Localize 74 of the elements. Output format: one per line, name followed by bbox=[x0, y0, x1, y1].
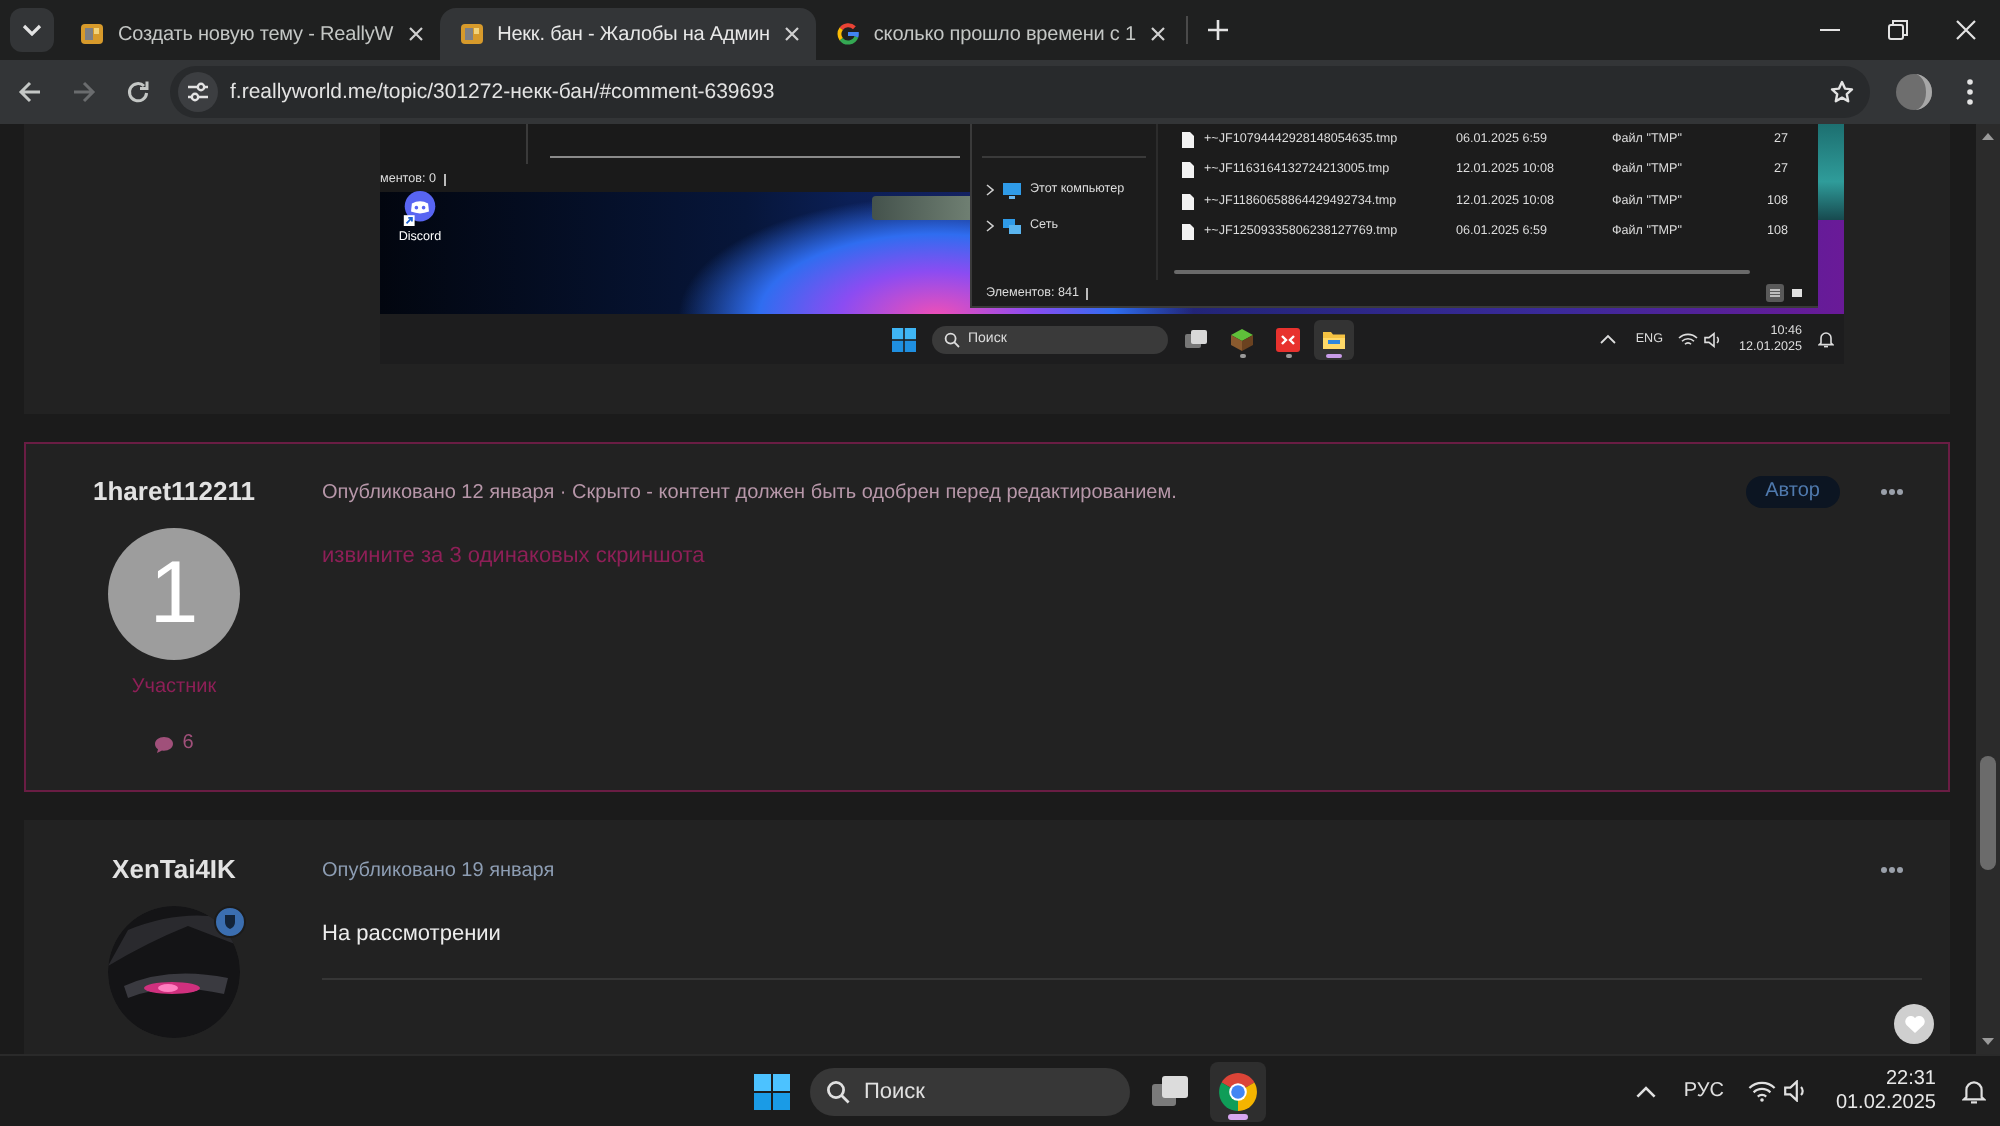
grass-block-icon bbox=[1230, 327, 1254, 351]
start-icon[interactable] bbox=[754, 1073, 790, 1109]
browser-icon bbox=[1218, 1071, 1258, 1111]
browser-tab[interactable]: Некк. бан - Жалобы на Админ bbox=[439, 8, 816, 60]
chevron-down-icon bbox=[22, 24, 42, 36]
search-field[interactable]: Поиск bbox=[810, 1067, 1130, 1115]
taskbar-button[interactable] bbox=[1210, 1061, 1266, 1121]
menu-icon[interactable] bbox=[1966, 78, 1974, 106]
block-favicon-icon bbox=[459, 22, 484, 46]
folder-icon bbox=[1322, 327, 1346, 351]
arrows-tile-icon bbox=[1276, 327, 1300, 351]
scroll-down-icon[interactable] bbox=[1982, 1038, 1994, 1046]
post-meta: Опубликовано 19 января bbox=[322, 859, 555, 881]
chevron-right-icon[interactable] bbox=[986, 220, 994, 232]
notification-bell-icon[interactable] bbox=[1818, 330, 1834, 348]
clock-date[interactable]: 01.02.2025 bbox=[1835, 1091, 1936, 1115]
new-tab-icon[interactable] bbox=[1207, 20, 1228, 40]
input-language[interactable]: РУС bbox=[1683, 1080, 1724, 1102]
site-settings-icon[interactable] bbox=[178, 72, 218, 112]
search-icon bbox=[944, 331, 960, 347]
author-name[interactable]: XenTai4IK bbox=[112, 854, 236, 886]
browser-tab[interactable]: сколько прошло времени с 1 bbox=[815, 8, 1182, 60]
close-icon[interactable] bbox=[1149, 26, 1166, 42]
post-count: 6 bbox=[182, 732, 194, 756]
chevron-up-icon[interactable] bbox=[1599, 334, 1616, 344]
scrollbar-thumb[interactable] bbox=[1980, 756, 1996, 870]
task-view-icon bbox=[1150, 1071, 1190, 1111]
notification-bell-icon[interactable] bbox=[1962, 1078, 1986, 1104]
tiles-view-icon[interactable] bbox=[1788, 284, 1806, 302]
network-icon bbox=[1002, 217, 1022, 235]
bookmark-star-icon[interactable] bbox=[1830, 80, 1854, 104]
heart-icon bbox=[1903, 1014, 1925, 1034]
multicolor-g-icon bbox=[835, 22, 860, 46]
post-text: На рассмотрении bbox=[322, 920, 503, 950]
browser-tab[interactable]: Создать новую тему - ReallyW bbox=[60, 8, 440, 60]
address-bar[interactable]: f.reallyworld.me/topic/301272-некк-бан/#comment-639693 bbox=[170, 66, 1870, 118]
horizontal-scrollbar[interactable] bbox=[1174, 270, 1750, 274]
block-favicon-icon bbox=[80, 22, 104, 46]
profile-avatar[interactable] bbox=[1896, 74, 1932, 110]
more-options-icon[interactable] bbox=[1880, 866, 1904, 874]
reload-icon[interactable] bbox=[126, 80, 150, 104]
scrollbar[interactable] bbox=[1976, 124, 2000, 1054]
task-view-icon bbox=[1184, 327, 1208, 351]
author-badge: Автор bbox=[1745, 476, 1840, 508]
post-meta: Опубликовано 12 января · Скрыто - контент должен быть одобрен перед редактированием. bbox=[322, 481, 1177, 503]
chat-app-icon[interactable] bbox=[402, 190, 438, 226]
more-options-icon[interactable] bbox=[1880, 488, 1904, 496]
monitor-icon bbox=[1002, 181, 1022, 199]
taskbar-button[interactable] bbox=[1314, 319, 1354, 359]
close-icon[interactable] bbox=[1956, 20, 1976, 40]
search-icon bbox=[826, 1079, 850, 1103]
avatar-image[interactable] bbox=[108, 906, 240, 1038]
post-text: извините за 3 одинаковых скриншота bbox=[322, 542, 707, 572]
restore-icon[interactable] bbox=[1888, 20, 1908, 40]
details-view-icon[interactable] bbox=[1766, 284, 1784, 302]
volume-icon[interactable] bbox=[1783, 1080, 1808, 1102]
volume-icon[interactable] bbox=[1704, 331, 1723, 347]
author-name[interactable]: 1haret112211 bbox=[93, 476, 255, 508]
background-window-edge bbox=[1818, 124, 1844, 220]
chevron-right-icon[interactable] bbox=[986, 184, 994, 196]
like-button[interactable] bbox=[1894, 1004, 1934, 1044]
scroll-up-icon[interactable] bbox=[1982, 132, 1994, 140]
member-rank: Участник bbox=[131, 676, 217, 700]
start-icon[interactable] bbox=[892, 327, 916, 351]
wifi-icon[interactable] bbox=[1747, 1080, 1776, 1102]
tab-search-button[interactable] bbox=[10, 8, 54, 52]
comment-icon bbox=[154, 735, 175, 753]
clock-time[interactable]: 22:31 bbox=[1885, 1067, 1936, 1091]
wifi-icon[interactable] bbox=[1678, 331, 1699, 347]
chevron-up-icon[interactable] bbox=[1635, 1085, 1656, 1097]
small-window bbox=[872, 196, 970, 220]
close-icon[interactable] bbox=[407, 26, 424, 42]
back-icon[interactable] bbox=[18, 80, 42, 104]
close-icon[interactable] bbox=[783, 26, 800, 42]
